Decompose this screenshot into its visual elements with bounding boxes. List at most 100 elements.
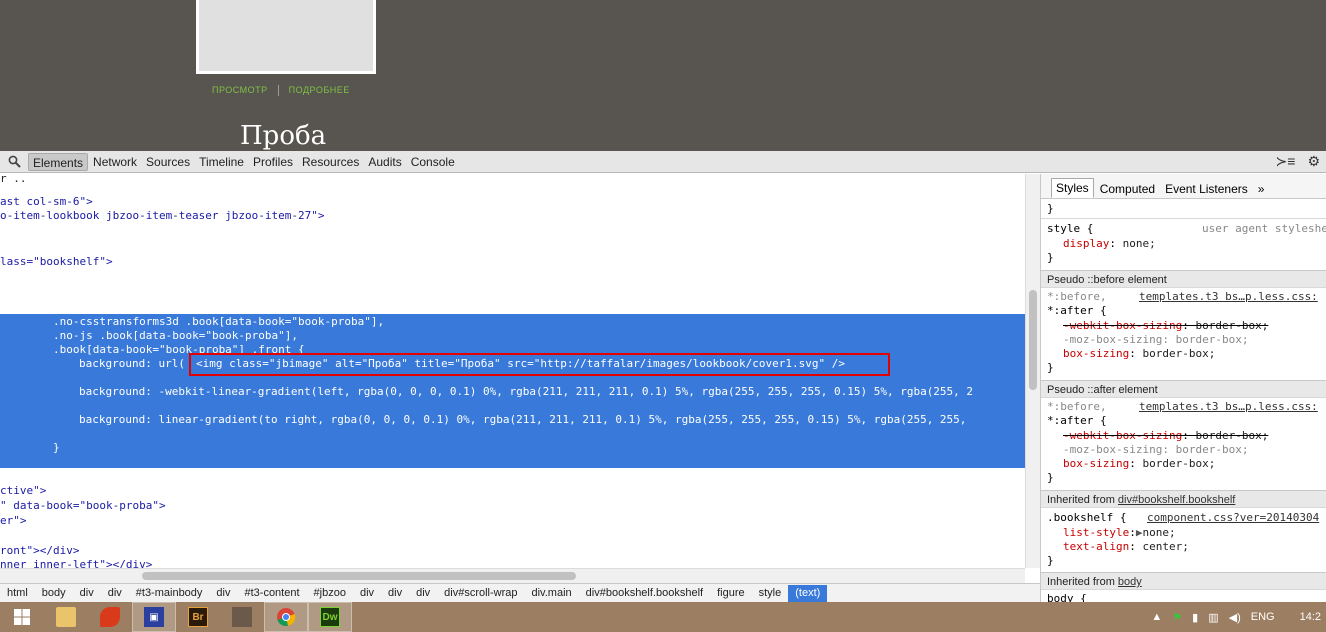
scroll-thumb[interactable] (142, 572, 576, 580)
details-link[interactable]: ПОДРОБНЕЕ (289, 85, 350, 96)
clock[interactable]: 14:2 (1280, 611, 1326, 623)
app-blank-icon[interactable] (220, 602, 264, 632)
tree-line[interactable]: ast col-sm-6"> (0, 195, 93, 209)
tab-event-listeners[interactable]: Event Listeners (1161, 180, 1252, 198)
tab-resources[interactable]: Resources (298, 153, 363, 171)
br-icon: Br (188, 607, 208, 627)
section-header-before[interactable]: Pseudo ::before element (1041, 270, 1326, 288)
crumb-t3-content[interactable]: #t3-content (237, 585, 306, 602)
style-prop-row[interactable]: display: none; (1063, 237, 1156, 251)
chrome-icon[interactable] (264, 602, 308, 632)
css-declaration-line: background: -webkit-linear-gradient(left… (79, 385, 974, 398)
crumb-html[interactable]: html (0, 585, 35, 602)
selected-text-node[interactable]: .no-csstransforms3d .book[data-book="boo… (0, 314, 1025, 468)
crumb-jbzoo[interactable]: #jbzoo (307, 585, 353, 602)
prop-value: center; (1142, 540, 1189, 553)
file-explorer-icon[interactable] (44, 602, 88, 632)
windows-start-icon[interactable] (0, 602, 44, 632)
more-tabs-icon[interactable]: » (1254, 180, 1269, 198)
tree-line[interactable]: ront"></div> (0, 544, 79, 558)
crumb-figure[interactable]: figure (710, 585, 752, 602)
tab-sources[interactable]: Sources (142, 153, 194, 171)
css-selector-line: .no-csstransforms3d .book[data-book="boo… (53, 315, 385, 328)
crumb-scroll-wrap[interactable]: div#scroll-wrap (437, 585, 524, 602)
vertical-scrollbar[interactable] (1025, 174, 1040, 568)
style-rule-origin: user agent styleshe (1202, 222, 1326, 235)
search-icon[interactable] (0, 151, 28, 173)
tab-elements[interactable]: Elements (28, 152, 89, 171)
tree-line[interactable]: " data-book="book-proba"> (0, 499, 166, 513)
rule-close-brace: } (1047, 361, 1054, 374)
rule-close-brace: } (1047, 554, 1054, 567)
floppy-app-icon[interactable]: ▣ (132, 602, 176, 632)
language-indicator[interactable]: ENG (1246, 611, 1280, 623)
crumb-body[interactable]: body (35, 585, 73, 602)
section-header-inherited-body[interactable]: Inherited from body (1041, 572, 1326, 590)
attr-value-text: ront"></div> (0, 544, 80, 557)
crumb-div[interactable]: div (101, 585, 129, 602)
crumb-div[interactable]: div (381, 585, 409, 602)
folder-icon (56, 607, 76, 627)
app-feather-icon[interactable] (88, 602, 132, 632)
source-link[interactable]: component.css?ver=20140304 (1147, 511, 1319, 525)
prop-name: -moz-box-sizing (1063, 443, 1163, 456)
source-link[interactable]: templates.t3 bs…p.less.css: (1139, 290, 1318, 304)
elements-tree[interactable]: r .. ast col-sm-6"> o-item-lookbook jbzo… (0, 174, 1025, 568)
section-header-inherited[interactable]: Inherited from div#bookshelf.bookshelf (1041, 490, 1326, 508)
flag-icon[interactable]: ⚑ (1167, 611, 1187, 624)
tree-line[interactable]: ctive"> (0, 484, 46, 498)
horizontal-scrollbar[interactable] (0, 568, 1025, 583)
tab-audits[interactable]: Audits (364, 153, 405, 171)
tab-styles[interactable]: Styles (1051, 178, 1094, 198)
selector-text: *:after { (1047, 414, 1107, 427)
inherited-link[interactable]: div#bookshelf.bookshelf (1118, 494, 1235, 506)
crumb-bookshelf[interactable]: div#bookshelf.bookshelf (579, 585, 710, 602)
attr-value-text: er"> (0, 514, 27, 527)
prop-value: border-box; (1195, 429, 1269, 442)
prop-name: -webkit-box-sizing (1063, 429, 1183, 442)
prop-name: display (1063, 237, 1110, 250)
prop-value: none; (1122, 237, 1156, 250)
crumb-div[interactable]: div (73, 585, 101, 602)
taskbar: ▣ Br Dw ▲ ⚑ ▮ ▥ ◀) ENG 14:2 (0, 602, 1326, 632)
rule-close-brace: } (1047, 471, 1054, 484)
chevron-up-icon[interactable]: ▲ (1146, 611, 1167, 623)
crumb-text[interactable]: (text) (788, 584, 828, 602)
tab-computed[interactable]: Computed (1096, 180, 1159, 198)
style-prop-row[interactable]: text-align: center; (1063, 540, 1189, 554)
tab-profiles[interactable]: Profiles (249, 153, 297, 171)
style-prop-row[interactable]: -webkit-box-sizing: border-box; (1063, 429, 1268, 443)
style-prop-row[interactable]: box-sizing: border-box; (1063, 457, 1215, 471)
preview-link[interactable]: ПРОСМОТР (212, 85, 268, 96)
style-prop-row[interactable]: list-style:▶none; (1063, 526, 1176, 540)
crumb-style[interactable]: style (752, 585, 789, 602)
tab-console[interactable]: Console (407, 153, 459, 171)
style-prop-row[interactable]: -webkit-box-sizing: border-box; (1063, 319, 1268, 333)
tree-line[interactable]: er"> (0, 514, 27, 528)
style-prop-row[interactable]: box-sizing: border-box; (1063, 347, 1215, 361)
tab-timeline[interactable]: Timeline (195, 153, 248, 171)
tree-line[interactable]: nner inner-left"></div> (0, 558, 152, 568)
crumb-div[interactable]: div (209, 585, 237, 602)
network-icon[interactable]: ▥ (1203, 611, 1223, 624)
bridge-app-icon[interactable]: Br (176, 602, 220, 632)
tree-line[interactable]: o-item-lookbook jbzoo-item-teaser jbzoo-… (0, 209, 325, 223)
gear-icon[interactable]: ⚙ (1301, 153, 1326, 170)
tab-network[interactable]: Network (89, 153, 141, 171)
section-header-after[interactable]: Pseudo ::after element (1041, 380, 1326, 398)
volume-icon[interactable]: ◀) (1224, 611, 1246, 624)
style-prop-row[interactable]: -moz-box-sizing: border-box; (1063, 443, 1248, 457)
crumb-main[interactable]: div.main (525, 585, 579, 602)
console-drawer-icon[interactable]: ≻≡ (1270, 153, 1302, 170)
dreamweaver-icon[interactable]: Dw (308, 602, 352, 632)
battery-icon[interactable]: ▮ (1187, 611, 1203, 624)
crumb-div[interactable]: div (409, 585, 437, 602)
tree-line[interactable]: lass="bookshelf"> (0, 255, 113, 269)
crumb-t3-mainbody[interactable]: #t3-mainbody (129, 585, 210, 602)
source-link[interactable]: templates.t3 bs…p.less.css: (1139, 400, 1318, 414)
scroll-thumb[interactable] (1029, 290, 1037, 390)
inherited-link[interactable]: body (1118, 576, 1142, 588)
prop-value: border-box; (1142, 347, 1216, 360)
crumb-div[interactable]: div (353, 585, 381, 602)
style-prop-row[interactable]: -moz-box-sizing: border-box; (1063, 333, 1248, 347)
